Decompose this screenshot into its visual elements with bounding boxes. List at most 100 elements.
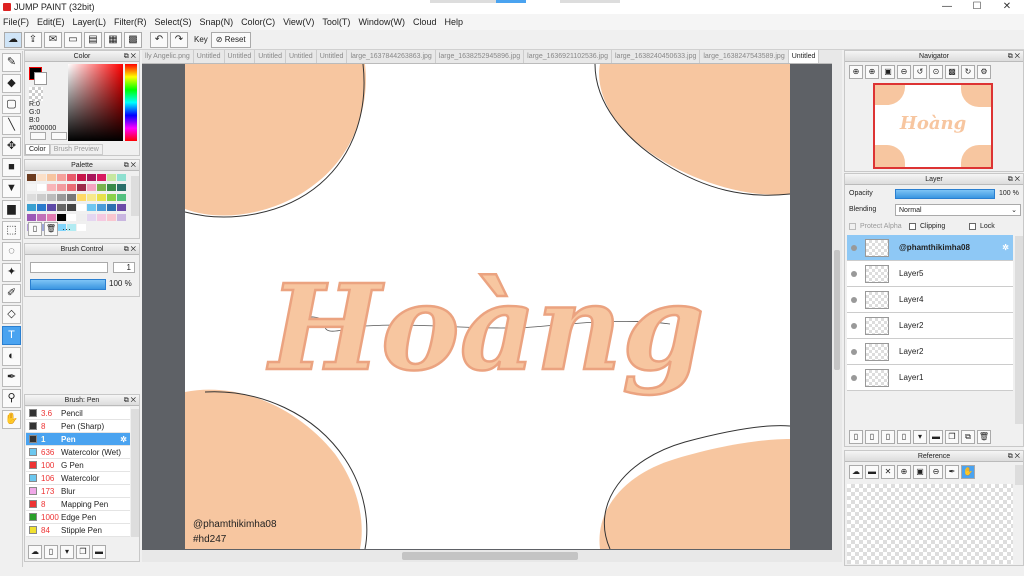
brush-opacity-slider[interactable] [30, 279, 106, 290]
delete-palette-icon[interactable]: 🗑 [44, 222, 58, 236]
tab-document[interactable]: Untitled [225, 50, 256, 63]
menu-layer[interactable]: Layer(L) [73, 17, 107, 27]
palette-swatch[interactable] [87, 174, 96, 181]
layer-menu-icon[interactable]: ▾ [913, 430, 927, 444]
tab-document[interactable]: Untitled [194, 50, 225, 63]
palette-swatch[interactable] [67, 174, 76, 181]
menu-window[interactable]: Window(W) [358, 17, 405, 27]
copy-layer-icon[interactable]: ❐ [945, 430, 959, 444]
palette-swatch[interactable] [67, 204, 76, 211]
zoom-in-icon[interactable]: ⊕ [865, 65, 879, 79]
palette-swatch[interactable] [77, 184, 86, 191]
menu-tool[interactable]: Tool(T) [322, 17, 350, 27]
palette-swatch[interactable] [97, 214, 106, 221]
brush-cloud-icon[interactable]: ☁ [28, 545, 42, 559]
visibility-icon[interactable] [851, 374, 857, 381]
gradient-tool-icon[interactable]: ▆ [2, 200, 21, 219]
palette-swatch[interactable] [37, 184, 46, 191]
hue-slider[interactable] [125, 64, 137, 141]
visibility-icon[interactable] [851, 348, 857, 355]
palette-swatch[interactable] [97, 174, 106, 181]
new-brush-icon[interactable]: ▯ [44, 545, 58, 559]
lock-checkbox[interactable]: Lock [969, 223, 995, 230]
gear-icon[interactable]: ✲ [120, 435, 127, 444]
tab-color[interactable]: Color [25, 144, 50, 155]
select-eraser-tool-icon[interactable]: ◇ [2, 305, 21, 324]
palette-swatch[interactable] [47, 184, 56, 191]
palette-swatch[interactable] [47, 174, 56, 181]
menu-filter[interactable]: Filter(R) [114, 17, 147, 27]
grid-icon[interactable]: ▩ [124, 31, 142, 48]
new-halftone-layer-icon[interactable]: ▯ [897, 430, 911, 444]
palette-swatch[interactable] [47, 194, 56, 201]
palette-swatch[interactable] [107, 184, 116, 191]
zoom-actual-icon[interactable]: ▣ [881, 65, 895, 79]
panel-close-icon[interactable]: ⧉ ✕ [1008, 174, 1020, 185]
brush-size-input[interactable]: 1 [113, 262, 135, 273]
reference-cloud-icon[interactable]: ☁ [849, 465, 863, 479]
brush-list-item[interactable]: 1 Pen ✲ [26, 433, 130, 446]
vscroll-thumb[interactable] [834, 250, 840, 370]
menu-file[interactable]: File(F) [3, 17, 29, 27]
visibility-icon[interactable] [851, 296, 857, 303]
new-1bit-layer-icon[interactable]: ▯ [881, 430, 895, 444]
layer-row[interactable]: Layer1 [847, 365, 1013, 391]
visibility-icon[interactable] [851, 244, 857, 251]
palette-swatch[interactable] [27, 204, 36, 211]
share-icon[interactable]: ⇪ [24, 31, 42, 48]
menu-help[interactable]: Help [444, 17, 463, 27]
brush-list-item[interactable]: 636 Watercolor (Wet) [26, 446, 130, 459]
line-tool-icon[interactable]: ╲ [2, 116, 21, 135]
palette-swatch[interactable] [87, 184, 96, 191]
palette-swatch[interactable] [27, 194, 36, 201]
visibility-icon[interactable] [851, 270, 857, 277]
palette-swatch[interactable] [27, 184, 36, 191]
palette-swatch[interactable] [27, 214, 36, 221]
clipping-checkbox[interactable]: Clipping [909, 223, 945, 230]
palette-swatch[interactable] [57, 194, 66, 201]
menu-select[interactable]: Select(S) [155, 17, 192, 27]
magic-wand-tool-icon[interactable]: ✦ [2, 263, 21, 282]
brush-list-item[interactable]: 8 Mapping Pen [26, 498, 130, 511]
merge-layer-icon[interactable]: ⧉ [961, 430, 975, 444]
palette-swatch[interactable] [117, 184, 126, 191]
brush-list-item[interactable]: 1000 Edge Pen [26, 511, 130, 524]
palette-swatch[interactable] [77, 204, 86, 211]
palette-swatch[interactable] [117, 204, 126, 211]
layer-row[interactable]: Layer2 [847, 313, 1013, 339]
tab-document[interactable]: lly Angelic.png [142, 50, 194, 63]
panel-close-icon[interactable]: ⧉ ✕ [124, 51, 136, 62]
tab-document[interactable]: Untitled [255, 50, 286, 63]
menu-color[interactable]: Color(C) [241, 17, 275, 27]
palette-swatch[interactable] [97, 194, 106, 201]
select-pen-tool-icon[interactable]: ✐ [2, 284, 21, 303]
palette-swatch[interactable] [107, 194, 116, 201]
menu-snap[interactable]: Snap(N) [200, 17, 234, 27]
reference-hand-icon[interactable]: ✋ [961, 465, 975, 479]
protect-alpha-checkbox[interactable]: Protect Alpha [849, 223, 902, 230]
palette-swatch[interactable] [37, 214, 46, 221]
palette-swatch[interactable] [117, 214, 126, 221]
hand-tool-icon[interactable]: ✋ [2, 410, 21, 429]
eraser-tool-icon[interactable]: ◆ [2, 74, 21, 93]
zoom-fit-icon[interactable]: ⊕ [849, 65, 863, 79]
eyedropper-tool-icon[interactable]: ⚲ [2, 389, 21, 408]
tab-document[interactable]: large_1637844263863.jpg [347, 50, 436, 63]
palette-swatch[interactable] [117, 194, 126, 201]
palette-swatch[interactable] [107, 174, 116, 181]
brush-list-item[interactable]: 106 Watercolor [26, 472, 130, 485]
menu-view[interactable]: View(V) [283, 17, 314, 27]
palette-swatch[interactable] [87, 214, 96, 221]
palette-swatch[interactable] [107, 204, 116, 211]
layer-row[interactable]: Layer4 [847, 287, 1013, 313]
layer-folder-icon[interactable]: ▬ [929, 430, 943, 444]
tab-document[interactable]: large_1638252945896.jpg [436, 50, 525, 63]
canvas-horizontal-scrollbar[interactable] [142, 550, 832, 562]
reference-close-icon[interactable]: ✕ [881, 465, 895, 479]
new-palette-icon[interactable]: ▯ [28, 222, 42, 236]
palette-swatch[interactable] [47, 214, 56, 221]
palette-swatch[interactable] [37, 174, 46, 181]
lasso-tool-icon[interactable]: ◌ [2, 242, 21, 261]
zoom-out-icon[interactable]: ⊖ [897, 65, 911, 79]
palette-swatch[interactable] [87, 194, 96, 201]
